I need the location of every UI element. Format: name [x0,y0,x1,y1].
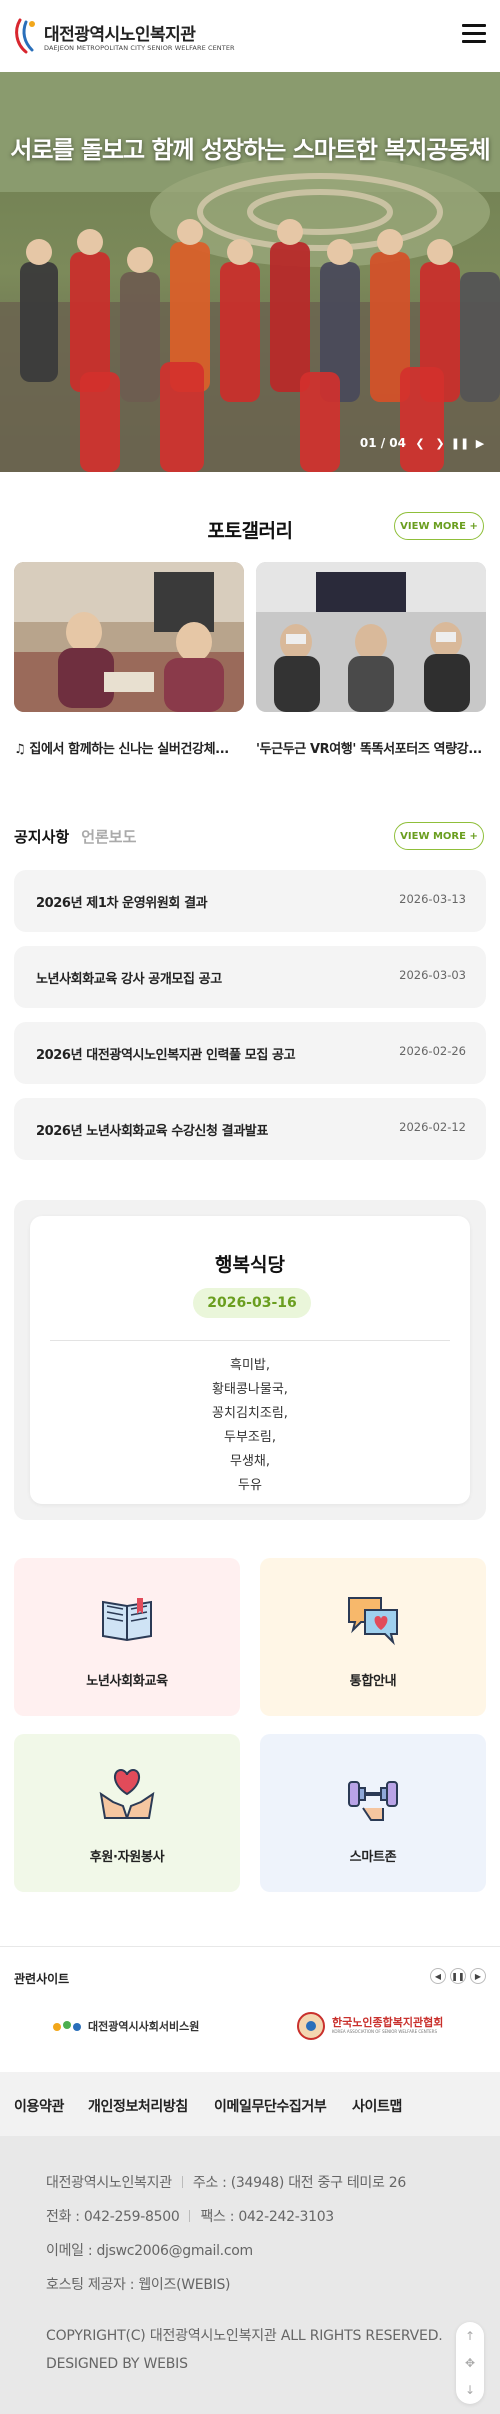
footer-link-email-refusal[interactable]: 이메일무단수집거부 [214,2096,327,2116]
next-icon[interactable]: ▶ [470,1968,486,1984]
footer-address: 주소 : (34948) 대전 중구 테미로 26 [192,2175,406,2191]
related-site-link[interactable]: 대전광역시사회서비스원 [52,2010,199,2042]
site-header: 대전광역시노인복지관 DAEJEON METROPOLITAN CITY SEN… [0,0,500,72]
quick-link-label: 스마트존 [349,1850,397,1865]
meal-divider [50,1340,450,1341]
related-site-name: 대전광역시사회서비스원 [88,2020,200,2033]
quick-link-smartzone[interactable]: 스마트존 [260,1734,486,1892]
notice-tabs: 공지사항 언론보도 [14,826,136,847]
footer-address-row: 대전광역시노인복지관 주소 : (34948) 대전 중구 테미로 26 [46,2172,406,2192]
footer-org-name: 대전광역시노인복지관 [46,2175,172,2191]
footer-link-privacy[interactable]: 개인정보처리방침 [88,2096,188,2116]
hamburger-icon[interactable] [462,24,486,44]
tab-press[interactable]: 언론보도 [81,826,136,847]
notice-item[interactable]: 노년사회화교육 강사 공개모집 공고 2026-03-03 [14,946,486,1008]
footer-links: 이용약관 개인정보처리방침 이메일무단수집거부 사이트맵 [0,2072,500,2136]
scroll-up-icon[interactable]: ↑ [456,2322,484,2349]
related-sites-controls: ◀ ❚❚ ▶ [430,1968,486,1984]
notice-item[interactable]: 2026년 제1차 운영위원회 결과 2026-03-13 [14,870,486,932]
pause-icon[interactable]: ❚❚ [450,1968,466,1984]
notice-view-more-button[interactable]: VIEW MORE + [394,822,484,850]
gallery-image [14,562,244,712]
notice-date: 2026-02-12 [399,1120,466,1134]
quick-link-label: 통합안내 [349,1674,397,1689]
hero-title: 서로를 돌보고 함께 성장하는 스마트한 복지공동체 [10,136,490,164]
notice-date: 2026-03-03 [399,968,466,982]
pause-icon[interactable]: ❚❚ [451,436,469,450]
footer-phone: 전화 : 042-259-8500 [46,2209,180,2225]
footer-link-sitemap[interactable]: 사이트맵 [352,2096,402,2116]
section-divider [0,1946,500,1947]
notice-date: 2026-02-26 [399,1044,466,1058]
gallery-image [256,562,486,712]
hands-heart-icon [99,1768,155,1819]
footer-hosting: 호스팅 제공자 : 웹이즈(WEBIS) [46,2277,231,2293]
related-site-name: 한국노인종합복지관협회 [332,2016,444,2029]
hero-slider-controls: 01 / 04 ❮ ❯ ❚❚ ▶ [360,436,486,450]
gallery-photo-1[interactable] [14,562,244,712]
footer-fax: 팩스 : 042-242-3103 [200,2209,334,2225]
gallery-caption-2[interactable]: '두근두근 VR여행' 똑똑서포터즈 역량강... [256,738,486,757]
play-icon[interactable]: ▶ [474,436,486,450]
gallery-caption-1[interactable]: ♫ 집에서 함께하는 신나는 실버건강체... [14,738,244,757]
meal-card: 행복식당 2026-03-16 흑미밥, 황태콩나물국, 꽁치김치조림, 두부조… [30,1216,470,1504]
prev-icon[interactable]: ◀ [430,1968,446,1984]
meal-date-badge: 2026-03-16 [193,1288,311,1318]
meal-menu-item: 두유 [238,1478,262,1493]
next-icon[interactable]: ❯ [434,436,446,450]
quick-link-info[interactable]: 통합안내 [260,1558,486,1716]
association-logo-icon [297,2012,325,2040]
meal-menu-item: 두부조림, [224,1430,276,1445]
gallery-view-more-button[interactable]: VIEW MORE + [394,512,484,540]
logo-text: 대전광역시노인복지관 [44,25,196,45]
notice-title: 노년사회화교육 강사 공개모집 공고 [36,972,222,987]
logo-subtext: DAEJEON METROPOLITAN CITY SENIOR WELFARE… [44,44,235,52]
move-icon[interactable]: ✥ [456,2349,484,2376]
meal-menu-item: 황태콩나물국, [212,1382,288,1397]
site-logo[interactable]: 대전광역시노인복지관 DAEJEON METROPOLITAN CITY SEN… [12,14,235,58]
notice-item[interactable]: 2026년 대전광역시노인복지관 인력풀 모집 공고 2026-02-26 [14,1022,486,1084]
footer-link-terms[interactable]: 이용약관 [14,2096,64,2116]
notice-title: 2026년 제1차 운영위원회 결과 [36,896,208,911]
slide-counter: 01 / 04 [359,436,406,450]
footer-copyright: COPYRIGHT(C) 대전광역시노인복지관 ALL RIGHTS RESER… [46,2322,443,2378]
copyright-text: COPYRIGHT(C) 대전광역시노인복지관 ALL RIGHTS RESER… [46,2328,443,2344]
meal-menu-item: 꽁치김치조림, [212,1406,288,1421]
hero-banner: 서로를 돌보고 함께 성장하는 스마트한 복지공동체 01 / 04 ❮ ❯ ❚… [0,72,500,472]
quick-link-education[interactable]: 노년사회화교육 [14,1558,240,1716]
footer-email: 이메일 : djswc2006@gmail.com [46,2243,253,2259]
logo-mark-icon [15,18,35,54]
meal-title: 행복식당 [215,1254,285,1276]
quick-link-volunteer[interactable]: 후원·자원봉사 [14,1734,240,1892]
notice-title: 2026년 노년사회화교육 수강신청 결과발표 [36,1124,268,1139]
chat-heart-icon [348,1597,398,1646]
footer-contact-row: 전화 : 042-259-8500 팩스 : 042-242-3103 [46,2206,334,2226]
scroll-down-icon[interactable]: ↓ [456,2376,484,2403]
related-sites-title: 관련사이트 [14,1972,70,1986]
scroll-control: ↑ ✥ ↓ [456,2322,484,2404]
site-footer: 대전광역시노인복지관 주소 : (34948) 대전 중구 테미로 26 전화 :… [0,2136,500,2414]
designed-by-text: DESIGNED BY WEBIS [46,2356,188,2372]
meal-menu-item: 흑미밥, [229,1358,270,1373]
notice-date: 2026-03-13 [399,892,466,906]
quick-link-label: 노년사회화교육 [86,1674,168,1689]
dumbbell-icon [348,1781,398,1821]
book-icon [102,1598,152,1642]
meal-section: 행복식당 2026-03-16 흑미밥, 황태콩나물국, 꽁치김치조림, 두부조… [14,1200,486,1520]
meal-menu-list: 흑미밥, 황태콩나물국, 꽁치김치조림, 두부조림, 무생채, 두유 [30,1354,470,1498]
gallery-photo-2[interactable] [256,562,486,712]
notice-title: 2026년 대전광역시노인복지관 인력풀 모집 공고 [36,1048,296,1063]
prev-icon[interactable]: ❮ [414,436,426,450]
social-service-logo-icon [53,2021,81,2031]
related-site-subname: KOREA ASSOCIATION OF SENIOR WELFARE CENT… [332,2029,437,2034]
notice-item[interactable]: 2026년 노년사회화교육 수강신청 결과발표 2026-02-12 [14,1098,486,1160]
meal-menu-item: 무생채, [229,1454,270,1469]
related-site-link[interactable]: 한국노인종합복지관협회 KOREA ASSOCIATION OF SENIOR … [296,2010,443,2042]
tab-notice[interactable]: 공지사항 [14,826,69,847]
quick-link-label: 후원·자원봉사 [89,1850,165,1865]
